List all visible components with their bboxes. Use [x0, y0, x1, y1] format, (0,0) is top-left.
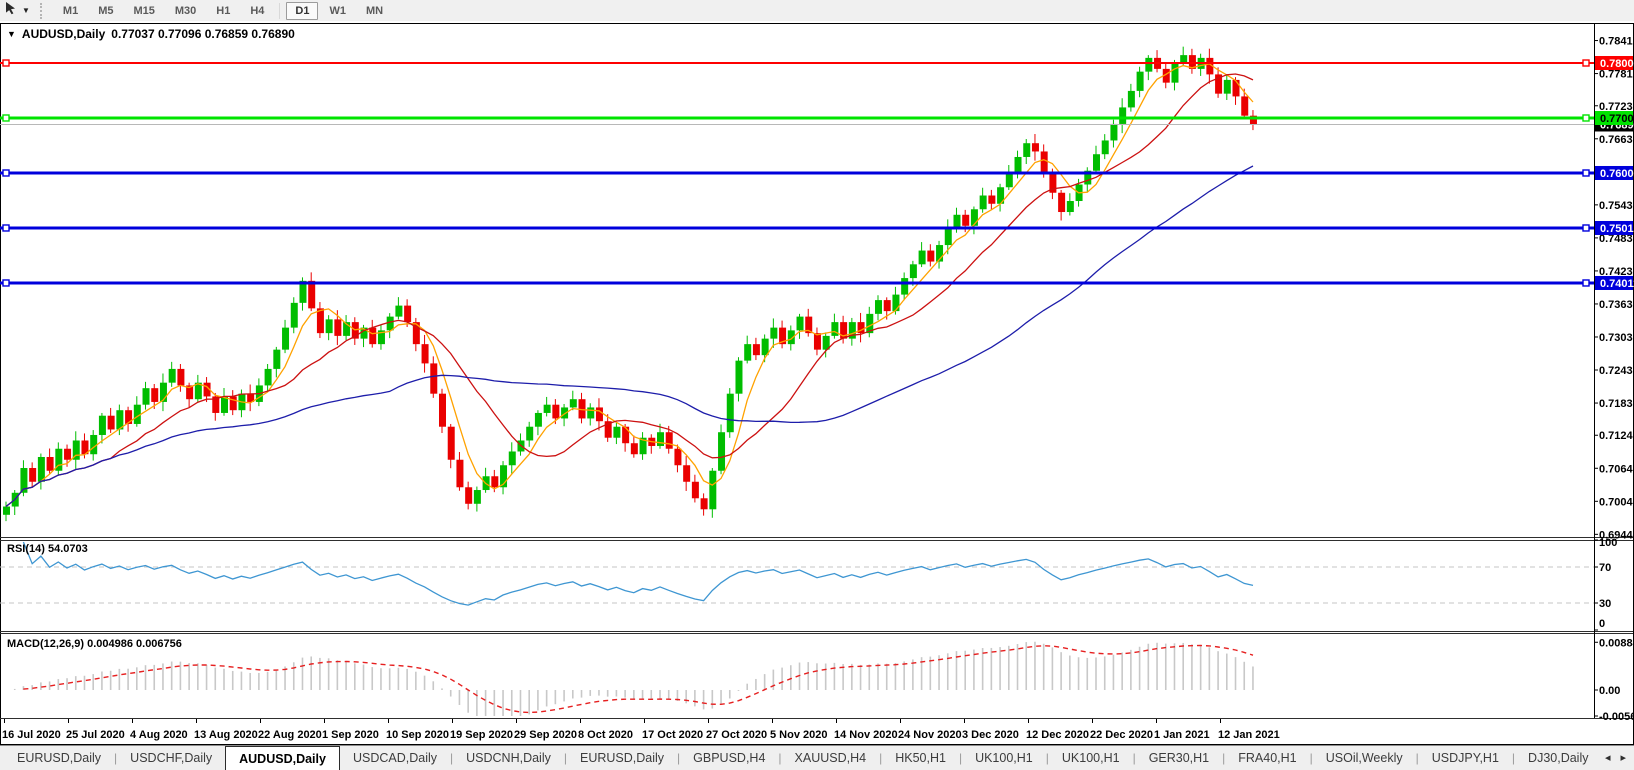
- date-axis-label: 17 Oct 2020: [642, 729, 703, 741]
- date-axis-label: 12 Jan 2021: [1218, 729, 1280, 741]
- price-axis-label: 0.70045: [1599, 496, 1634, 508]
- date-axis-label: 14 Nov 2020: [834, 729, 898, 741]
- rsi-axis-label: 70: [1599, 562, 1611, 574]
- date-axis-label: 12 Dec 2020: [1026, 729, 1089, 741]
- hline-handle[interactable]: [3, 115, 9, 121]
- rsi-axis-label: 100: [1599, 537, 1617, 549]
- tab-scroll-arrows: ◂ ▸: [1597, 745, 1634, 770]
- price-axis-label: 0.73630: [1599, 299, 1634, 311]
- chart-window-frame: [1, 24, 1634, 745]
- hline-handle[interactable]: [3, 225, 9, 231]
- chart-tab-uk100-h1[interactable]: UK100,H1: [1049, 746, 1133, 770]
- date-axis-label: 8 Oct 2020: [578, 729, 633, 741]
- price-axis-label: 0.77815: [1599, 69, 1634, 81]
- price-axis-label: 0.77230: [1599, 101, 1634, 113]
- date-axis-label: 24 Nov 2020: [898, 729, 962, 741]
- chart-tab-uk100-h1[interactable]: UK100,H1: [962, 746, 1046, 770]
- chart-tab-usdcad-daily[interactable]: USDCAD,Daily: [340, 746, 450, 770]
- rsi-axis-label: 0: [1599, 618, 1605, 630]
- chart-tab-xauusd-h4[interactable]: XAUUSD,H4: [782, 746, 880, 770]
- chart-tab-gbpusd-h4[interactable]: GBPUSD,H4: [680, 746, 778, 770]
- chart-tab-usdchf-daily[interactable]: USDCHF,Daily: [117, 746, 225, 770]
- macd-axis-label: 0.00884: [1599, 637, 1634, 649]
- hline-price-badge: 0.77008: [1600, 113, 1634, 125]
- date-axis-label: 13 Aug 2020: [194, 729, 258, 741]
- chart-ohlc-values: 0.77037 0.77096 0.76859 0.76890: [111, 27, 295, 41]
- price-axis-label: 0.78415: [1599, 36, 1634, 48]
- hline-price-badge: 0.76009: [1600, 168, 1634, 180]
- chart-tab-usdjpy-h1[interactable]: USDJPY,H1: [1419, 746, 1512, 770]
- chart-tab-dj30-daily[interactable]: DJ30,Daily: [1515, 746, 1601, 770]
- price-axis-label: 0.72430: [1599, 365, 1634, 377]
- price-axis-label: 0.75430: [1599, 200, 1634, 212]
- chart-tab-ger30-h1[interactable]: GER30,H1: [1136, 746, 1222, 770]
- chart-tab-usdcnh-daily[interactable]: USDCNH,Daily: [453, 746, 564, 770]
- date-axis-label: 1 Jan 2021: [1154, 729, 1210, 741]
- rsi-axis-label: 30: [1599, 598, 1611, 610]
- date-axis-label: 19 Sep 2020: [450, 729, 513, 741]
- price-axis-label: 0.70645: [1599, 463, 1634, 475]
- date-axis-label: 10 Sep 2020: [386, 729, 449, 741]
- macd-indicator-label: MACD(12,26,9) 0.004986 0.006756: [7, 638, 182, 650]
- date-axis-label: 22 Aug 2020: [258, 729, 322, 741]
- date-axis-label: 27 Oct 2020: [706, 729, 767, 741]
- chart-tab-eurusd-daily[interactable]: EURUSD,Daily: [567, 746, 677, 770]
- chart-symbol-period: AUDUSD,Daily: [22, 27, 105, 41]
- chart-header: ▼ AUDUSD,Daily 0.77037 0.77096 0.76859 0…: [7, 27, 295, 41]
- chart-canvas[interactable]: 0.784150.778150.772300.766300.754300.748…: [0, 0, 1634, 770]
- hline-handle[interactable]: [1583, 115, 1589, 121]
- date-axis-label: 25 Jul 2020: [66, 729, 125, 741]
- hline-handle[interactable]: [3, 170, 9, 176]
- macd-axis-label: -0.00565: [1599, 711, 1634, 723]
- chart-tab-hk50-h1[interactable]: HK50,H1: [882, 746, 959, 770]
- chart-tab-fra40-h1[interactable]: FRA40,H1: [1225, 746, 1309, 770]
- price-axis-label: 0.71245: [1599, 430, 1634, 442]
- date-axis-label: 4 Aug 2020: [130, 729, 188, 741]
- date-axis-label: 29 Sep 2020: [514, 729, 577, 741]
- hline-price-badge: 0.74011: [1600, 278, 1634, 290]
- hline-handle[interactable]: [3, 280, 9, 286]
- price-axis-label: 0.73030: [1599, 332, 1634, 344]
- hline-handle[interactable]: [1583, 60, 1589, 66]
- hline-price-badge: 0.75010: [1600, 223, 1634, 235]
- macd-axis-label: 0.00: [1599, 685, 1620, 697]
- hline-handle[interactable]: [1583, 225, 1589, 231]
- date-axis-label: 1 Sep 2020: [322, 729, 379, 741]
- date-axis-label: 5 Nov 2020: [770, 729, 827, 741]
- hline-price-badge: 0.78007: [1600, 58, 1634, 70]
- price-axis-label: 0.76630: [1599, 134, 1634, 146]
- chart-dropdown-icon[interactable]: ▼: [7, 29, 16, 39]
- trading-platform-window: ▼ M1M5M15M30H1H4D1W1MN ▼ AUDUSD,Daily 0.…: [0, 0, 1634, 770]
- chart-tab-eurusd-daily[interactable]: EURUSD,Daily: [4, 746, 114, 770]
- chart-tab-audusd-daily[interactable]: AUDUSD,Daily: [225, 746, 340, 770]
- date-axis-label: 3 Dec 2020: [962, 729, 1019, 741]
- hline-handle[interactable]: [1583, 170, 1589, 176]
- tab-scroll-right-button[interactable]: ▸: [1620, 753, 1626, 764]
- date-axis-label: 22 Dec 2020: [1090, 729, 1153, 741]
- date-axis-label: 16 Jul 2020: [2, 729, 61, 741]
- hline-handle[interactable]: [1583, 280, 1589, 286]
- chart-tab-bar: EURUSD,Daily|USDCHF,DailyAUDUSD,DailyUSD…: [0, 745, 1634, 770]
- chart-tab-usoil-weekly[interactable]: USOil,Weekly: [1313, 746, 1416, 770]
- tab-scroll-left-button[interactable]: ◂: [1605, 753, 1611, 764]
- rsi-indicator-label: RSI(14) 54.0703: [7, 543, 88, 555]
- price-axis-label: 0.71830: [1599, 398, 1634, 410]
- hline-handle[interactable]: [3, 60, 9, 66]
